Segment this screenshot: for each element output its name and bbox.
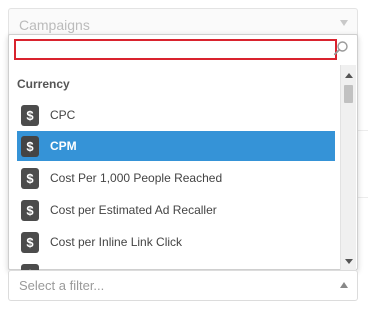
filter-panel: Campaigns Currency $ CPC $ CPM $ Cost Pe… bbox=[0, 0, 370, 317]
dropdown-scrollbar[interactable] bbox=[340, 65, 356, 270]
group-label-currency: Currency bbox=[17, 77, 70, 91]
scroll-thumb[interactable] bbox=[344, 85, 353, 103]
dollar-icon: $ bbox=[21, 199, 39, 221]
option-label: CPC bbox=[50, 108, 76, 122]
campaigns-select-label: Campaigns bbox=[19, 17, 90, 33]
scroll-up-arrow-icon[interactable] bbox=[345, 73, 353, 78]
chevron-down-icon bbox=[340, 20, 348, 26]
dollar-icon: $ bbox=[21, 231, 39, 253]
option-cost-per-inline-link-click[interactable]: $ Cost per Inline Link Click bbox=[17, 227, 335, 257]
search-input[interactable] bbox=[14, 39, 337, 60]
filter-dropdown: Currency $ CPC $ CPM $ Cost Per 1,000 Pe… bbox=[8, 34, 358, 270]
dollar-icon: $ bbox=[21, 104, 39, 126]
option-cost-per-1000-people-reached[interactable]: $ Cost Per 1,000 People Reached bbox=[17, 163, 335, 193]
option-label: CPM bbox=[50, 139, 77, 153]
magnifier-icon[interactable] bbox=[333, 40, 349, 56]
option-cpc[interactable]: $ CPC bbox=[17, 100, 335, 130]
search-row bbox=[9, 35, 357, 65]
background-divider bbox=[358, 130, 368, 131]
filter-select-placeholder: Select a filter... bbox=[19, 278, 105, 293]
dollar-icon: $ bbox=[21, 167, 39, 189]
options-list: Currency $ CPC $ CPM $ Cost Per 1,000 Pe… bbox=[9, 65, 341, 270]
option-cpm[interactable]: $ CPM bbox=[17, 131, 335, 161]
scroll-down-arrow-icon[interactable] bbox=[345, 259, 353, 264]
filter-select[interactable]: Select a filter... bbox=[8, 270, 358, 301]
background-divider bbox=[358, 197, 368, 198]
chevron-up-icon bbox=[340, 282, 348, 288]
option-label: Cost per Inline Link Click bbox=[50, 235, 183, 249]
dollar-icon: $ bbox=[21, 135, 39, 157]
option-label: Cost per Estimated Ad Recaller bbox=[50, 203, 217, 217]
option-cost-per-estimated-ad-recaller[interactable]: $ Cost per Estimated Ad Recaller bbox=[17, 195, 335, 225]
option-partial[interactable]: $ bbox=[17, 259, 335, 270]
option-label: Cost Per 1,000 People Reached bbox=[50, 171, 223, 185]
